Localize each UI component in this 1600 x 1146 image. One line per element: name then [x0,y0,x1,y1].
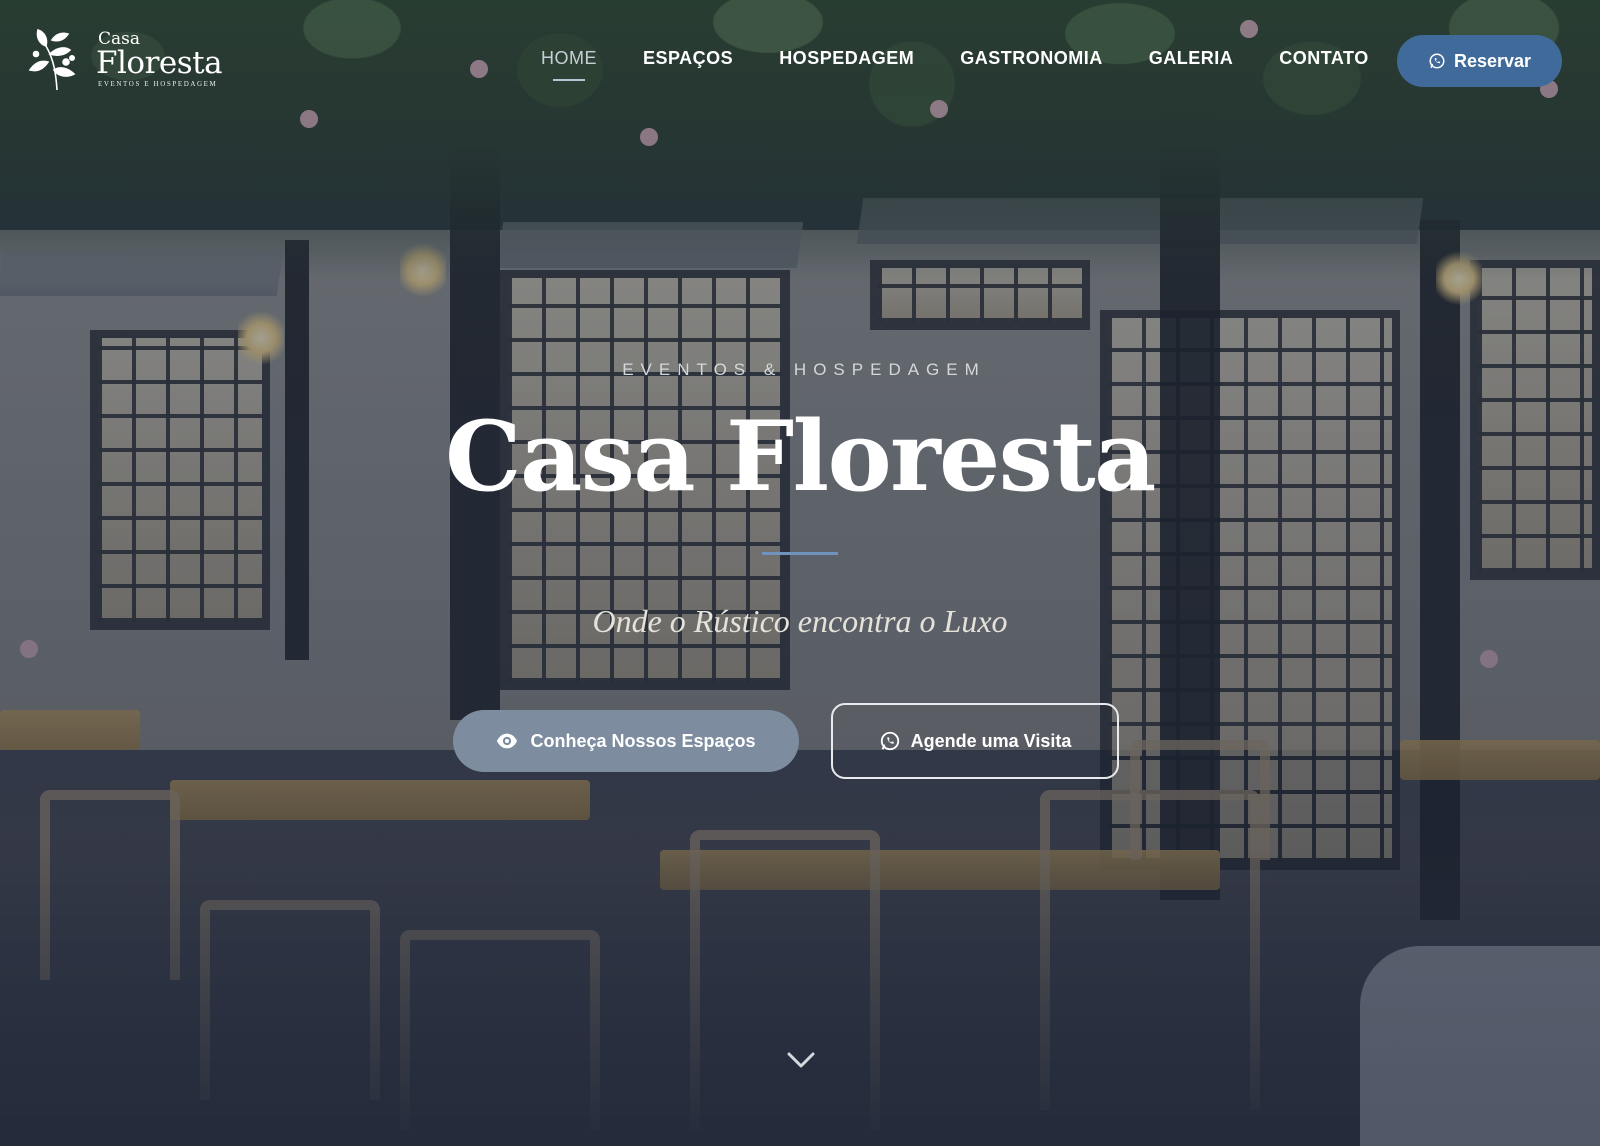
chevron-down-icon[interactable] [786,1050,816,1070]
schedule-visit-button[interactable]: Agende uma Visita [831,703,1119,779]
logo-tagline: EVENTOS E HOSPEDAGEM [98,79,218,88]
nav-gastronomia[interactable]: GASTRONOMIA [960,48,1103,69]
hero-section: EVENTOS & HOSPEDAGEM Casa Floresta Onde … [0,360,1600,640]
logo-name: Floresta [96,44,223,81]
hero-cta-row: Conheça Nossos Espaços Agende uma Visita [453,703,1119,779]
reserve-button[interactable]: Reservar [1397,35,1562,87]
hero-subtitle: Onde o Rústico encontra o Luxo [592,602,1008,639]
hero-eyebrow: EVENTOS & HOSPEDAGEM [622,360,986,379]
explore-spaces-label: Conheça Nossos Espaços [530,730,756,751]
schedule-visit-label: Agende uma Visita [910,730,1072,751]
hero-divider [762,551,838,555]
logo[interactable]: Casa Floresta EVENTOS E HOSPEDAGEM [26,24,223,94]
nav-contato[interactable]: CONTATO [1279,48,1369,69]
whatsapp-icon [1429,53,1445,69]
nav-espacos[interactable]: ESPAÇOS [643,48,733,69]
nav-hospedagem[interactable]: HOSPEDAGEM [779,48,914,69]
whatsapp-icon [880,731,899,751]
reserve-button-label: Reservar [1453,50,1532,71]
explore-spaces-button[interactable]: Conheça Nossos Espaços [453,710,799,772]
eye-icon [497,733,518,749]
main-nav: HOME ESPAÇOS HOSPEDAGEM GASTRONOMIA GALE… [541,48,1415,81]
hero-title: Casa Floresta [445,400,1156,513]
leaf-logo-icon [28,28,76,91]
nav-home[interactable]: HOME [541,48,597,81]
nav-galeria[interactable]: GALERIA [1149,48,1234,69]
site-header: Casa Floresta EVENTOS E HOSPEDAGEM HOME … [0,0,1600,120]
